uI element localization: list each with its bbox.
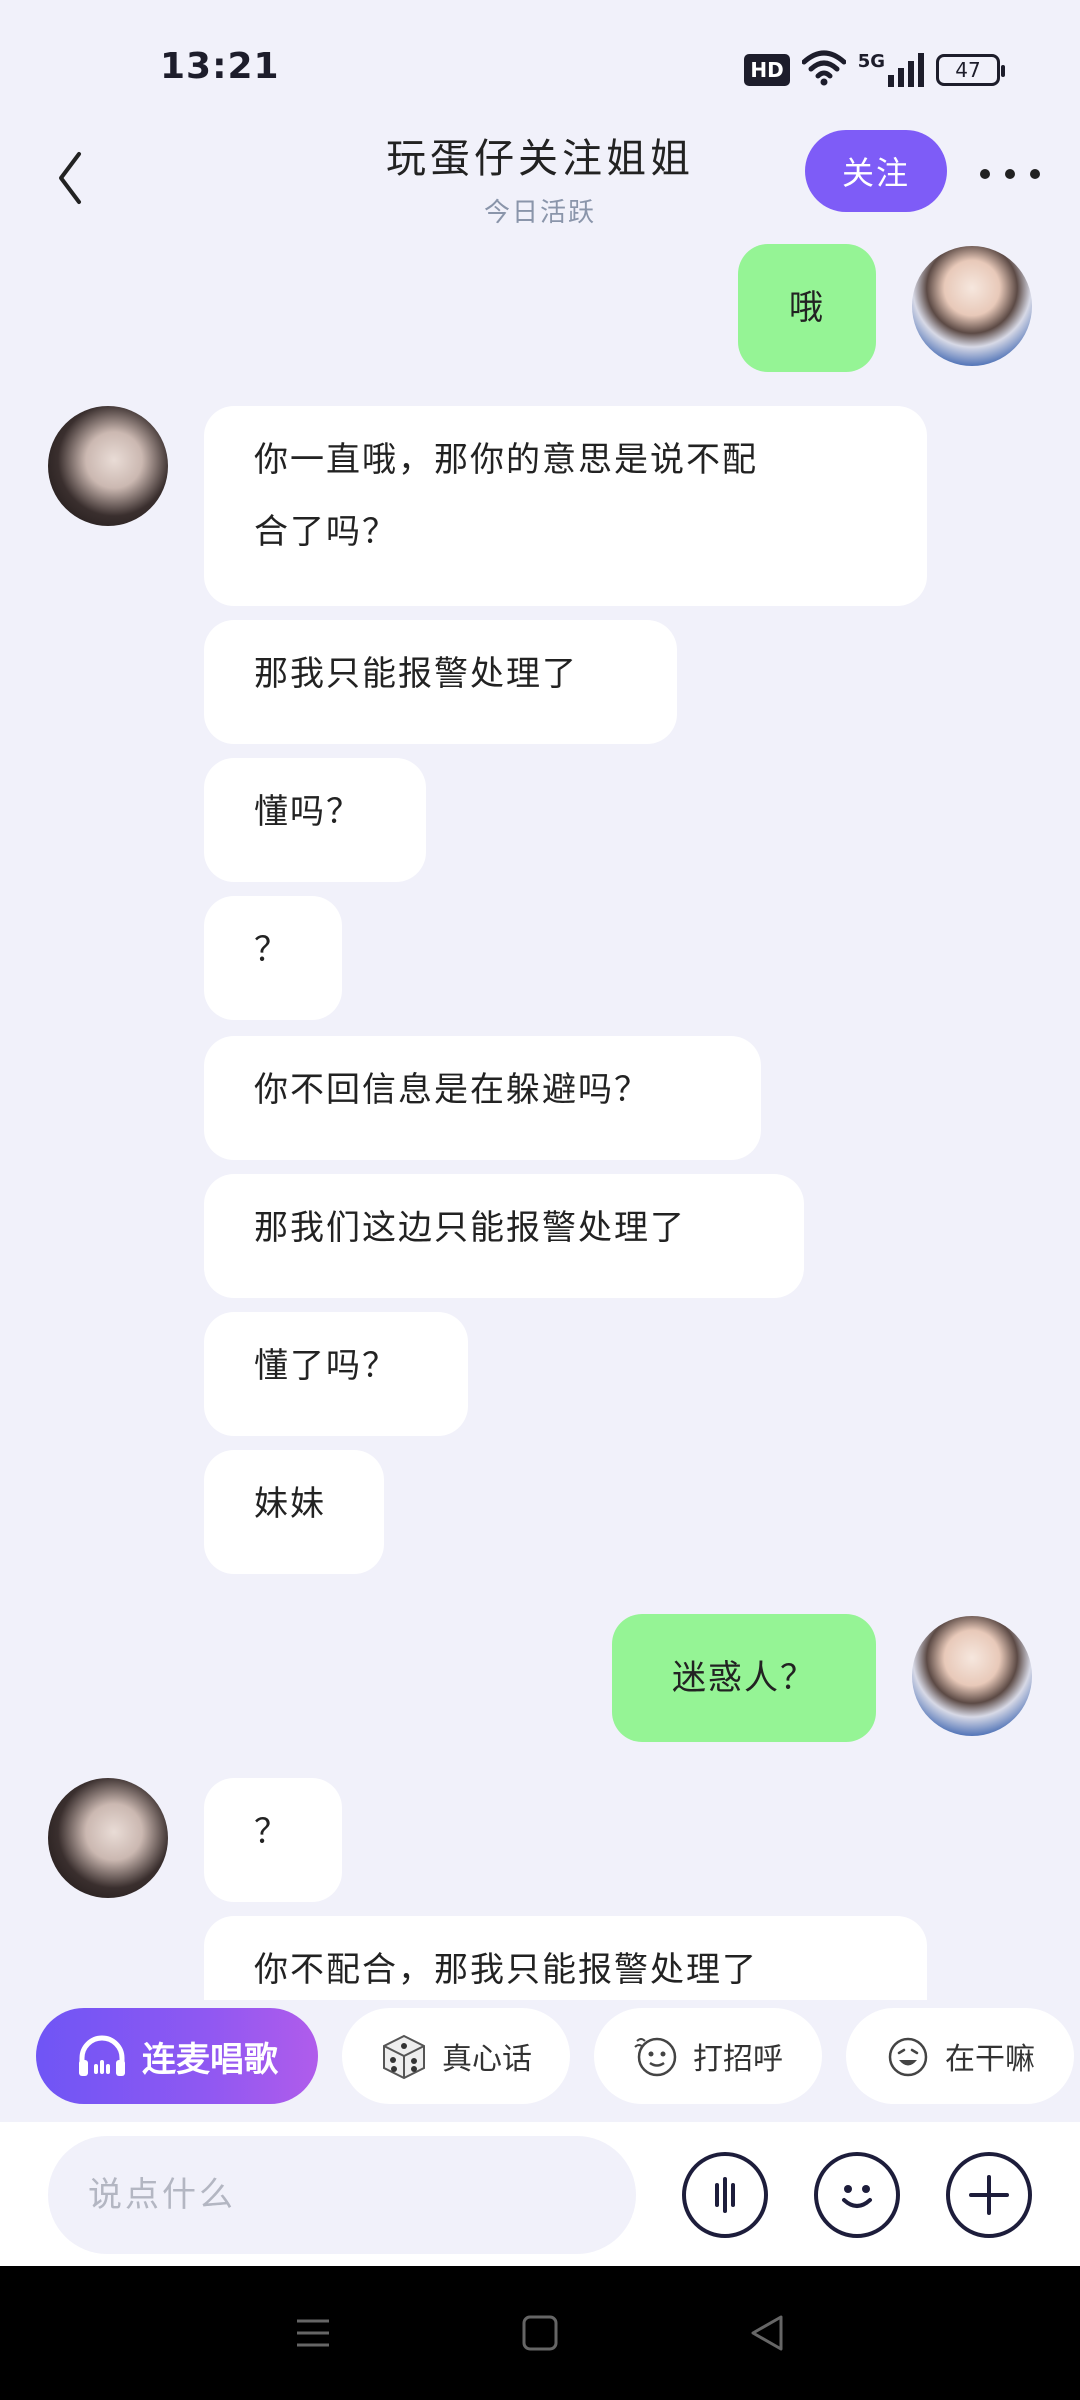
voice-button[interactable] [682, 2152, 768, 2238]
greet-label: 打招呼 [693, 2042, 783, 2077]
emoji-button[interactable] [814, 2152, 900, 2238]
home-square-icon[interactable] [510, 2303, 570, 2363]
active-status: 今日活跃 [483, 198, 596, 228]
avatar-contact[interactable] [48, 406, 168, 526]
headphones-icon [79, 2035, 125, 2076]
message-bubble-received[interactable]: ？ [204, 896, 342, 1020]
plus-icon [969, 2175, 1009, 2215]
input-bar [0, 2122, 1080, 2266]
karaoke-chip[interactable]: 连麦唱歌 [36, 2008, 318, 2104]
more-dots-icon[interactable] [980, 154, 1040, 194]
message-bubble-received[interactable]: 那我只能报警处理了 [204, 620, 677, 744]
laugh-face-icon [888, 2037, 928, 2077]
doing-label: 在干嘛 [945, 2042, 1035, 2077]
truth-chip[interactable]: 真心话 [342, 2008, 570, 2104]
message-bubble-received[interactable]: 懂了吗？ [204, 1312, 468, 1436]
doing-chip[interactable]: 在干嘛 [846, 2008, 1074, 2104]
voice-icon [715, 2177, 735, 2213]
avatar-me[interactable] [912, 1616, 1032, 1736]
truth-label: 真心话 [442, 2042, 532, 2077]
emoji-icon [842, 2185, 872, 2208]
back-triangle-icon[interactable] [737, 2303, 797, 2363]
message-bubble-received[interactable]: 你不回信息是在躲避吗？ [204, 1036, 761, 1160]
message-bubble-received[interactable]: 妹妹 [204, 1450, 384, 1574]
message-bubble-received[interactable]: 懂吗？ [204, 758, 426, 882]
title-block: 玩蛋仔关注姐姐 今日活跃 [240, 120, 840, 229]
wifi-icon [801, 50, 847, 90]
quick-actions: 连麦唱歌 真心话 打招呼 在干嘛 [0, 2008, 1080, 2104]
greet-chip[interactable]: 打招呼 [594, 2008, 822, 2104]
chat-header: 玩蛋仔关注姐姐 今日活跃 关注 [0, 120, 1080, 240]
follow-button[interactable]: 关注 [805, 130, 947, 212]
message-list[interactable]: 哦 你一直哦，那你的意思是说不配 合了吗？ 那我只能报警处理了 懂吗？ ？ 你不… [0, 240, 1080, 2000]
status-icons: HD 5G 47 [744, 50, 1005, 90]
battery-icon: 47 [936, 54, 1005, 86]
status-bar: 13:21 HD 5G 47 [0, 0, 1080, 130]
menu-icon[interactable] [283, 2303, 343, 2363]
page-title: 玩蛋仔关注姐姐 [386, 136, 694, 182]
back-button[interactable] [40, 138, 100, 218]
message-input[interactable] [48, 2136, 636, 2254]
message-bubble-received[interactable]: 你不配合，那我只能报警处理了 [204, 1916, 927, 2000]
message-bubble-sent[interactable]: 迷惑人？ [612, 1614, 876, 1742]
avatar-me[interactable] [912, 246, 1032, 366]
message-bubble-received[interactable]: ？ [204, 1778, 342, 1902]
karaoke-label: 连麦唱歌 [142, 2039, 278, 2080]
dice-icon [383, 2034, 425, 2080]
message-bubble-received[interactable]: 那我们这边只能报警处理了 [204, 1174, 804, 1298]
avatar-contact[interactable] [48, 1778, 168, 1898]
chevron-left-icon [59, 152, 81, 204]
battery-level: 47 [955, 58, 981, 82]
status-time: 13:21 [160, 46, 280, 87]
hd-icon: HD [744, 54, 790, 86]
plus-button[interactable] [946, 2152, 1032, 2238]
wave-face-icon [634, 2037, 677, 2077]
message-bubble-sent[interactable]: 哦 [738, 244, 876, 372]
signal-5g-icon: 5G [858, 53, 924, 87]
system-nav-bar [0, 2266, 1080, 2400]
message-bubble-received[interactable]: 你一直哦，那你的意思是说不配 合了吗？ [204, 406, 927, 606]
